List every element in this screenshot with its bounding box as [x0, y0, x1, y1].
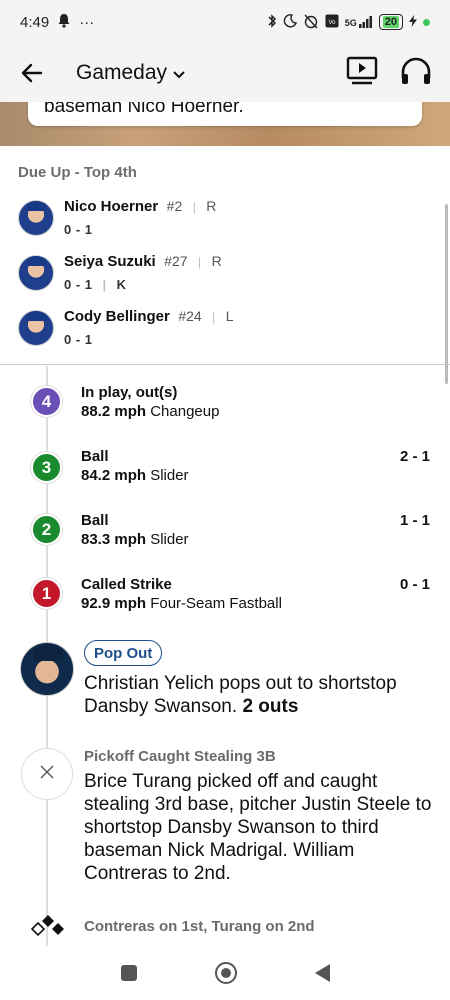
charging-icon	[409, 14, 417, 30]
pitch-speed: 92.9 mph	[81, 595, 147, 612]
recent-apps-icon[interactable]	[120, 965, 137, 981]
divider: |	[197, 255, 202, 269]
tv-play-icon[interactable]	[346, 56, 378, 91]
batter-row[interactable]: Seiya Suzuki #27 | R 0 - 1 | K	[18, 253, 222, 292]
battery-icon: 20	[378, 14, 403, 30]
avatar	[18, 309, 54, 346]
pitch-type: Slider	[150, 531, 189, 548]
play-description: Christian Yelich pops out to shortstop D…	[84, 672, 434, 718]
play-summary-card: baseman Nico Hoerner.	[28, 102, 422, 126]
play-description-text: Christian Yelich pops out to shortstop D…	[84, 673, 397, 717]
close-icon	[39, 764, 55, 785]
divider: |	[102, 278, 107, 292]
back-arrow-icon[interactable]	[18, 59, 46, 87]
pitch-speed: 84.2 mph	[81, 467, 147, 484]
batter-hand: R	[211, 253, 222, 269]
event-label: Pickoff Caught Stealing 3B	[84, 748, 276, 765]
pitch-count: 2 - 1	[399, 448, 430, 465]
event-icon	[21, 748, 73, 800]
divider: |	[192, 200, 196, 214]
batter-stat: 0 - 1	[64, 277, 93, 292]
batter-name: Seiya Suzuki	[64, 253, 156, 270]
batter-name: Cody Bellinger	[64, 308, 170, 325]
batter-hand: L	[225, 308, 234, 324]
outs-count: 2 outs	[242, 696, 299, 717]
pitch-number-badge: 3	[31, 452, 62, 483]
privacy-indicator-icon	[423, 18, 430, 26]
base-runners-label: Contreras on 1st, Turang on 2nd	[84, 918, 315, 935]
pitch-result: Ball	[81, 512, 109, 529]
batter-row[interactable]: Nico Hoerner #2 | R 0 - 1	[18, 198, 216, 237]
batter-row[interactable]: Cody Bellinger #24 | L 0 - 1	[18, 308, 234, 347]
pitch-type: Four-Seam Fastball	[150, 595, 282, 612]
pitch-result: In play, out(s)	[81, 384, 178, 401]
headphones-icon[interactable]	[400, 56, 432, 91]
pitch-type: Changeup	[150, 403, 220, 420]
due-up-header: Due Up - Top 4th	[18, 164, 137, 181]
pitch-type: Slider	[150, 467, 189, 484]
status-bar: 4:49 ··· Vo 5G 20	[0, 0, 450, 44]
avatar[interactable]	[20, 642, 74, 696]
moon-icon	[283, 13, 297, 31]
pitch-count: 0 - 1	[399, 576, 430, 593]
event-description: Brice Turang picked off and caught steal…	[84, 771, 432, 884]
more-notifications-icon: ···	[79, 13, 95, 31]
pitch-result: Called Strike	[81, 576, 172, 593]
volte-icon: Vo	[325, 14, 339, 31]
batter-stat: 0 - 1	[64, 222, 93, 237]
svg-text:Vo: Vo	[328, 20, 336, 26]
pitch-number-badge: 1	[31, 578, 62, 609]
app-bar: Gameday	[0, 44, 450, 102]
system-nav-bar	[0, 946, 450, 1000]
pitch-speed: 83.3 mph	[81, 531, 147, 548]
batter-name: Nico Hoerner	[64, 198, 159, 215]
home-icon[interactable]	[214, 962, 237, 984]
due-up-section: Due Up - Top 4th Nico Hoerner #2 | R 0 -…	[0, 146, 450, 384]
battery-level: 20	[382, 16, 399, 28]
back-triangle-icon[interactable]	[314, 964, 330, 982]
divider: |	[212, 310, 216, 324]
batter-hand: R	[206, 198, 217, 214]
alarm-off-icon	[303, 13, 319, 32]
batter-stat: 0 - 1	[64, 332, 93, 347]
play-summary-text: baseman Nico Hoerner.	[44, 102, 244, 117]
gameday-dropdown[interactable]: Gameday	[76, 61, 185, 85]
scrollbar[interactable]	[445, 204, 448, 384]
pitch-count: 1 - 1	[399, 512, 430, 529]
notification-bell-icon	[57, 13, 71, 32]
pitch-speed: 88.2 mph	[81, 403, 147, 420]
play-result-badge: Pop Out	[84, 640, 163, 666]
batter-number: #24	[178, 308, 202, 324]
avatar	[18, 254, 54, 291]
batter-result: K	[116, 277, 127, 292]
page-title: Gameday	[76, 61, 168, 84]
bluetooth-icon	[267, 13, 277, 32]
status-time: 4:49	[20, 13, 50, 31]
batter-number: #27	[164, 253, 188, 269]
pitch-number-badge: 2	[31, 514, 62, 545]
pitch-number-badge: 4	[31, 386, 62, 417]
play-hero-image: baseman Nico Hoerner.	[0, 102, 450, 146]
chevron-down-icon	[173, 61, 185, 85]
signal-icon: 5G	[345, 16, 373, 28]
bases-diamond-icon	[30, 914, 66, 940]
avatar	[18, 199, 54, 236]
pitch-result: Ball	[81, 448, 109, 465]
network-type: 5G	[344, 18, 357, 28]
batter-number: #2	[166, 198, 183, 214]
